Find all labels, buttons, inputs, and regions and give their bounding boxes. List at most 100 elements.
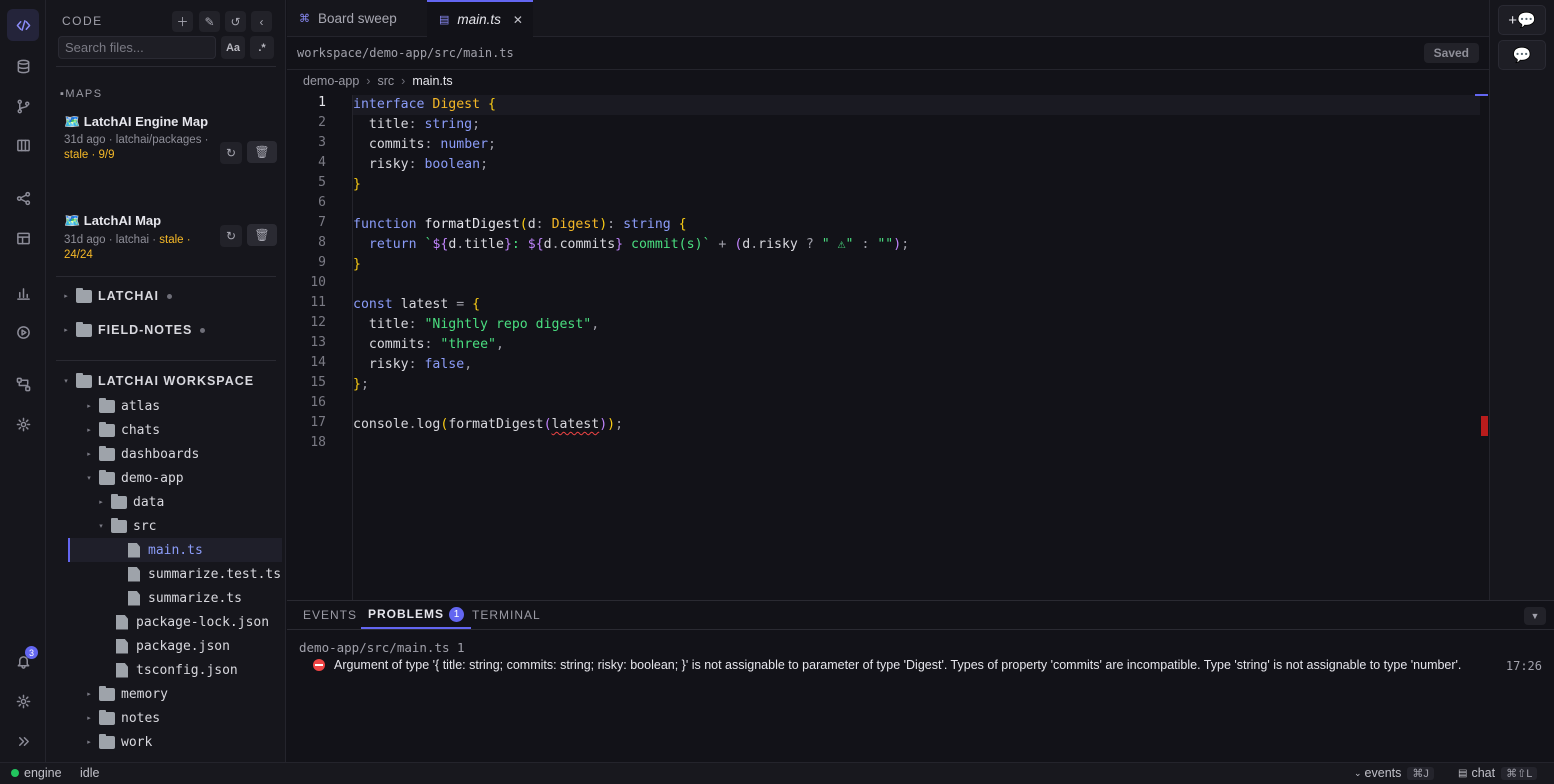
line-number: 9 (318, 255, 326, 270)
divider (287, 629, 1554, 630)
code-editor[interactable]: interface Digest { title: string; commit… (352, 95, 1489, 600)
breadcrumb-current[interactable]: main.ts (412, 74, 452, 88)
code-line: }; (353, 377, 369, 392)
code-line: } (353, 257, 361, 272)
events-toggle[interactable]: ⌄ events ⌘J (1354, 766, 1434, 780)
line-number: 17 (310, 415, 326, 430)
refresh-button[interactable]: ↺ (225, 11, 246, 32)
tree-folder[interactable]: ▸ chats (83, 418, 160, 442)
sidebar: CODE ＋ ✎ ↺ ‹ Search files... Aa .* ▪MAPS… (46, 0, 286, 762)
panel-tab-problems[interactable]: PROBLEMS 1 (361, 601, 472, 629)
code-line: const latest = { (353, 297, 481, 312)
breadcrumb-item[interactable]: demo-app (303, 74, 359, 88)
close-icon[interactable]: ✕ (513, 13, 523, 27)
chat-button[interactable]: 💬 (1498, 40, 1546, 70)
map-card[interactable]: 🗺️ LatchAI Engine Map 31d ago · latchai/… (64, 113, 274, 163)
code-line: console.log(formatDigest(latest)); (353, 417, 624, 432)
map-card[interactable]: 🗺️ LatchAI Map 31d ago · latchai · stale… (64, 212, 274, 263)
folder-icon (99, 445, 115, 461)
tree-folder[interactable]: ▸ memory (83, 682, 168, 706)
engine-status[interactable]: engine (11, 766, 62, 780)
tab-main-ts[interactable]: ▤ main.ts ✕ (427, 0, 533, 37)
problems-badge: 1 (449, 606, 465, 622)
group-field-notes[interactable]: ▸ FIELD-NOTES (60, 318, 206, 342)
new-chat-button[interactable]: + 💬 (1498, 5, 1546, 35)
divider (56, 66, 276, 67)
map-title: 🗺️ LatchAI Engine Map (64, 114, 209, 129)
board-icon[interactable] (7, 129, 39, 161)
chevron-down-icon[interactable]: ▼ (1524, 607, 1546, 625)
share-icon[interactable] (7, 182, 39, 214)
code-line: title: "Nightly repo digest", (353, 317, 600, 332)
tree-folder[interactable]: ▾ demo-app (83, 466, 184, 490)
chat-toggle[interactable]: ▤ chat ⌘⇧L (1458, 766, 1538, 780)
breadcrumb-item[interactable]: src (377, 74, 394, 88)
error-squiggle[interactable]: latest (552, 417, 600, 432)
chart-icon[interactable] (7, 277, 39, 309)
tree-file[interactable]: summarize.test.ts (128, 562, 281, 586)
problem-item[interactable]: Argument of type '{ title: string; commi… (313, 658, 1461, 672)
tree-folder[interactable]: ▸ data (95, 490, 164, 514)
stale-label: stale (159, 234, 184, 246)
file-icon (128, 566, 140, 582)
bottom-panel: EVENTS PROBLEMS 1 TERMINAL ▼ demo-app/src… (287, 600, 1554, 762)
folder-open-icon (99, 469, 115, 485)
map-title: 🗺️ LatchAI Map (64, 213, 162, 228)
database-icon[interactable] (7, 50, 39, 82)
line-number: 4 (318, 155, 326, 170)
command-icon: ⌘ (299, 13, 310, 25)
settings-icon[interactable] (7, 685, 39, 717)
error-icon (313, 659, 325, 671)
line-number: 10 (310, 275, 326, 290)
map-meta: 31d ago · latchai/packages · stale · 9/9 (64, 134, 209, 161)
line-number: 13 (310, 335, 326, 350)
play-icon[interactable] (7, 316, 39, 348)
saved-status: Saved (1423, 43, 1479, 63)
code-icon[interactable] (7, 9, 39, 41)
collapse-sidebar-button[interactable]: ‹ (251, 11, 272, 32)
match-case-toggle[interactable]: Aa (221, 36, 245, 59)
trash-icon[interactable]: 🗑 (247, 141, 277, 163)
line-number: 5 (318, 175, 326, 190)
group-latchai[interactable]: ▸ LATCHAI (60, 284, 172, 308)
tree-file[interactable]: package.json (116, 634, 230, 658)
refresh-map-button[interactable]: ↻ (220, 142, 242, 164)
tree-folder[interactable]: ▸ work (83, 730, 152, 754)
trash-icon[interactable]: 🗑 (247, 224, 277, 246)
tab-board-sweep[interactable]: ⌘ Board sweep (287, 0, 427, 37)
file-path: workspace/demo-app/src/main.ts (297, 46, 514, 60)
line-number: 12 (310, 315, 326, 330)
refresh-map-button[interactable]: ↻ (220, 225, 242, 247)
error-marker[interactable] (1481, 416, 1488, 436)
gear-icon[interactable] (7, 408, 39, 440)
problem-file[interactable]: demo-app/src/main.ts 1 (299, 640, 465, 655)
git-branch-icon[interactable] (7, 90, 39, 122)
search-input[interactable]: Search files... (58, 36, 216, 59)
tree-folder[interactable]: ▾ src (95, 514, 156, 538)
tree-folder[interactable]: ▸ dashboards (83, 442, 199, 466)
tree-file[interactable]: tsconfig.json (116, 658, 238, 682)
file-icon (116, 662, 128, 678)
dashboard-icon[interactable] (7, 222, 39, 254)
new-file-button[interactable]: ＋ (172, 11, 193, 32)
group-latchai-workspace[interactable]: ▾ LATCHAI WORKSPACE (60, 369, 254, 393)
panel-tab-events[interactable]: EVENTS (303, 601, 357, 629)
tree-file-active[interactable]: main.ts (68, 538, 282, 562)
problem-position: 17:26 (1505, 659, 1542, 673)
divider (56, 276, 276, 277)
flow-icon[interactable] (7, 368, 39, 400)
path-bar: workspace/demo-app/src/main.ts Saved (287, 37, 1489, 70)
tree-folder[interactable]: ▸ atlas (83, 394, 160, 418)
tree-file[interactable]: package-lock.json (116, 610, 269, 634)
line-number: 3 (318, 135, 326, 150)
divider (56, 360, 276, 361)
expand-icon[interactable] (7, 725, 39, 757)
code-line: return `${d.title}: ${d.commits} commit(… (368, 237, 910, 252)
file-icon (128, 542, 140, 558)
tree-folder[interactable]: ▸ notes (83, 706, 160, 730)
bell-icon[interactable]: 3 (7, 645, 39, 677)
regex-toggle[interactable]: .* (250, 36, 274, 59)
panel-tab-terminal[interactable]: TERMINAL (472, 601, 541, 629)
tree-file[interactable]: summarize.ts (128, 586, 242, 610)
edit-button[interactable]: ✎ (199, 11, 220, 32)
